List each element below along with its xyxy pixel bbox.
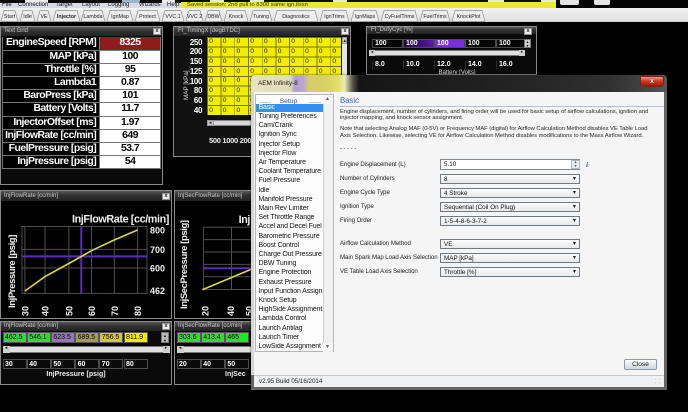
svg-text:600: 600 (150, 264, 165, 274)
svg-text:DBW: DBW (207, 14, 219, 20)
svg-text:40: 40 (41, 306, 51, 316)
svg-text:IgnMaps: IgnMaps (355, 14, 376, 20)
svg-text:Tuning: Tuning (253, 14, 269, 20)
svg-text:KnockPlot: KnockPlot (457, 14, 481, 20)
svg-text:20: 20 (201, 306, 211, 316)
svg-text:700: 700 (150, 245, 165, 255)
svg-text:IgnMap: IgnMap (111, 14, 129, 20)
svg-text:50: 50 (64, 306, 74, 316)
svg-text:VVC 2: VVC 2 (187, 14, 202, 20)
svg-text:InjPressure [psig]: InjPressure [psig] (7, 235, 18, 308)
svg-text:40: 40 (226, 306, 236, 316)
svg-text:InjFlowRate [cc/min]: InjFlowRate [cc/min] (72, 214, 169, 226)
svg-text:FuelTrims: FuelTrims (423, 14, 447, 20)
svg-text:Lambda: Lambda (83, 14, 102, 20)
svg-text:30: 30 (20, 306, 30, 316)
svg-text:Protect: Protect (139, 14, 156, 20)
svg-text:60: 60 (87, 306, 97, 316)
svg-text:Start: Start (4, 14, 16, 20)
svg-text:Idle: Idle (23, 14, 32, 20)
svg-text:Knock: Knock (229, 14, 244, 20)
svg-text:VVC 1: VVC 1 (165, 14, 180, 20)
svg-text:Inj: Inj (239, 214, 251, 226)
svg-text:Diagnostics: Diagnostics (282, 14, 310, 20)
svg-text:CyFuelTrims: CyFuelTrims (385, 14, 415, 20)
svg-text:InjSecPressure [psig]: InjSecPressure [psig] (179, 220, 190, 309)
svg-text:70: 70 (110, 306, 120, 316)
svg-text:462: 462 (150, 286, 165, 296)
svg-text:Injector: Injector (57, 14, 76, 20)
svg-text:IgnTrims: IgnTrims (324, 14, 345, 20)
svg-text:80: 80 (133, 306, 143, 316)
svg-text:VE: VE (40, 14, 48, 20)
svg-text:800: 800 (150, 226, 165, 236)
